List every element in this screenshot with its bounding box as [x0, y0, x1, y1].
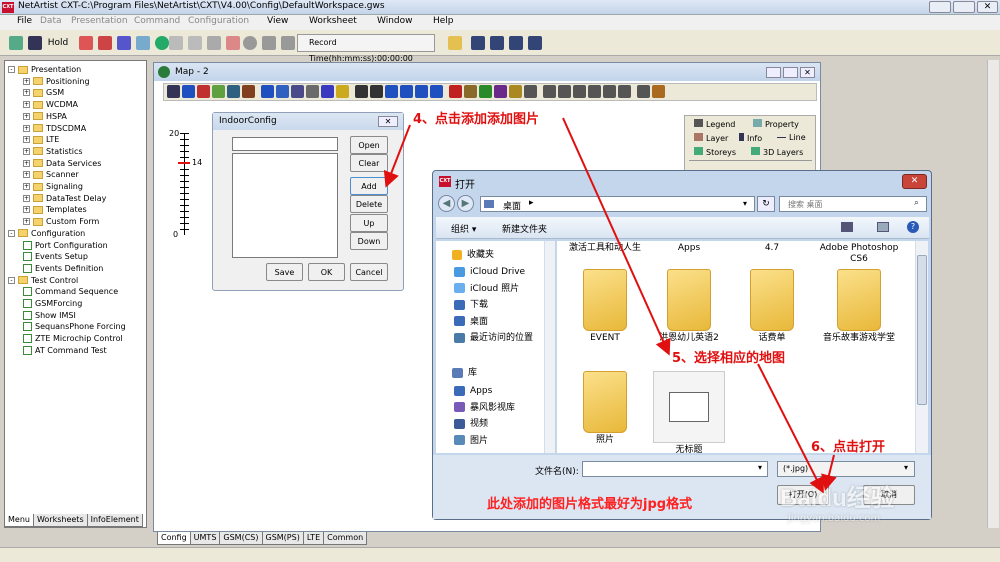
annotation-note: 此处添加的图片格式最好为jpg格式 [487, 497, 693, 512]
arrow-to-open [757, 363, 824, 494]
arrow-to-add [383, 124, 411, 188]
arrow-to-image [562, 117, 671, 356]
watermark-brand: Baidu经验 [780, 485, 895, 512]
watermark-url: jingyan.baidu.com [788, 513, 881, 524]
annotation-step6: 6、点击打开 [811, 440, 886, 455]
annotation-step5: 5、选择相应的地图 [672, 351, 786, 366]
baidu-watermark: Baidu经验 jingyan.baidu.com [780, 478, 895, 524]
annotation-step4: 4、点击添加添加图片 [413, 112, 540, 127]
